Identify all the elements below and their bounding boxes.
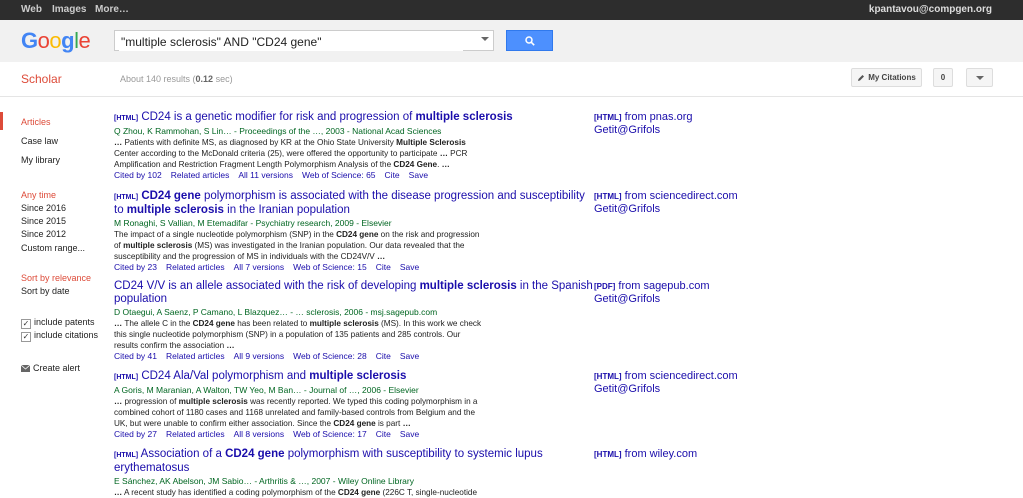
scholar-title[interactable]: Scholar: [21, 72, 62, 86]
sidebar-item-since-2015[interactable]: Since 2015: [21, 216, 66, 226]
result-authors: M Ronaghi, S Vallian, M Etemadifar - Psy…: [114, 218, 392, 228]
full-text-link[interactable]: [HTML] from sciencedirect.com: [594, 190, 738, 203]
result-title-link[interactable]: [HTML] CD24 Ala/Val polymorphism and mul…: [114, 370, 594, 384]
web-of-science-link[interactable]: Web of Science: 15: [293, 262, 367, 272]
result-snippet: … Patients with definite MS, as diagnose…: [114, 138, 468, 169]
web-link[interactable]: Web: [21, 4, 42, 15]
full-text-link[interactable]: [HTML] from wiley.com: [594, 448, 697, 461]
cite-link[interactable]: Cite: [376, 351, 391, 361]
result-snippet: … progression of multiple sclerosis was …: [114, 397, 478, 428]
getit-link[interactable]: Getit@Grifols: [594, 293, 660, 306]
cited-by-link[interactable]: Cited by 102: [114, 170, 162, 180]
sidebar-item-any-time[interactable]: Any time: [21, 190, 56, 200]
cited-by-link[interactable]: Cited by 41: [114, 351, 157, 361]
result-authors: Q Zhou, K Rammohan, S Lin… - Proceedings…: [114, 126, 442, 136]
sidebar-item-sort-date[interactable]: Sort by date: [21, 286, 70, 296]
full-text-link[interactable]: [PDF] from sagepub.com: [594, 280, 710, 293]
save-link[interactable]: Save: [400, 351, 419, 361]
cited-by-link[interactable]: Cited by 27: [114, 429, 157, 439]
search-result: [HTML] CD24 is a genetic modifier for ri…: [114, 111, 594, 181]
checkmark-icon: ✓: [21, 332, 31, 342]
google-logo[interactable]: Google: [21, 28, 91, 54]
checkmark-icon: ✓: [21, 319, 31, 329]
more-link[interactable]: More…: [95, 4, 129, 15]
sidebar-item-since-2012[interactable]: Since 2012: [21, 229, 66, 239]
result-authors: E Sánchez, AK Abelson, JM Sabio… - Arthr…: [114, 476, 414, 486]
getit-link[interactable]: Getit@Grifols: [594, 124, 660, 137]
top-bar: Web Images More… kpantavou@compgen.org: [0, 0, 1023, 20]
getit-link[interactable]: Getit@Grifols: [594, 203, 660, 216]
chevron-down-icon: [975, 75, 984, 80]
sidebar-item-my-library[interactable]: My library: [21, 155, 60, 165]
sidebar-item-case-law[interactable]: Case law: [21, 136, 58, 146]
full-text-link[interactable]: [HTML] from sciencedirect.com: [594, 370, 738, 383]
sidebar-item-sort-relevance[interactable]: Sort by relevance: [21, 273, 91, 283]
user-account-link[interactable]: kpantavou@compgen.org: [869, 4, 992, 15]
cite-link[interactable]: Cite: [376, 429, 391, 439]
result-links: Cited by 23 Related articles All 7 version…: [114, 262, 594, 273]
result-snippet: The impact of a single nucleotide polymo…: [114, 230, 480, 261]
search-icon: [524, 35, 535, 46]
search-options-dropdown-icon[interactable]: [481, 37, 489, 41]
sidebar-item-articles[interactable]: Articles: [21, 117, 51, 127]
result-authors: A Goris, M Maranian, A Walton, TW Yeo, M…: [114, 385, 419, 395]
include-citations-checkbox[interactable]: ✓ include citations: [21, 330, 98, 342]
full-text-link[interactable]: [HTML] from pnas.org: [594, 111, 692, 124]
search-result: [HTML] CD24 Ala/Val polymorphism and mul…: [114, 370, 594, 440]
active-indicator: [0, 112, 3, 130]
related-articles-link[interactable]: Related articles: [166, 351, 225, 361]
cited-by-link[interactable]: Cited by 23: [114, 262, 157, 272]
envelope-icon: [20, 364, 31, 372]
related-articles-link[interactable]: Related articles: [166, 262, 225, 272]
save-link[interactable]: Save: [400, 262, 419, 272]
web-of-science-link[interactable]: Web of Science: 17: [293, 429, 367, 439]
pencil-icon: [858, 74, 865, 81]
search-input[interactable]: [119, 32, 463, 51]
web-of-science-link[interactable]: Web of Science: 28: [293, 351, 367, 361]
getit-link[interactable]: Getit@Grifols: [594, 383, 660, 396]
all-versions-link[interactable]: All 9 versions: [234, 351, 285, 361]
all-versions-link[interactable]: All 7 versions: [234, 262, 285, 272]
search-result: [HTML] Association of a CD24 gene polymo…: [114, 448, 594, 498]
search-result: [HTML] CD24 gene polymorphism is associa…: [114, 190, 594, 273]
cite-link[interactable]: Cite: [376, 262, 391, 272]
sidebar-item-since-2016[interactable]: Since 2016: [21, 203, 66, 213]
all-versions-link[interactable]: All 11 versions: [238, 170, 293, 180]
save-link[interactable]: Save: [409, 170, 428, 180]
results-count: About 140 results (0.12 sec): [120, 74, 233, 84]
my-citations-button[interactable]: My Citations: [851, 68, 922, 87]
create-alert-link[interactable]: Create alert: [20, 363, 80, 373]
result-snippet: … The allele C in the CD24 gene has been…: [114, 319, 482, 350]
related-articles-link[interactable]: Related articles: [171, 170, 230, 180]
all-versions-link[interactable]: All 8 versions: [234, 429, 285, 439]
result-authors: D Otaegui, A Saenz, P Camano, L Blazquez…: [114, 307, 438, 317]
cite-link[interactable]: Cite: [385, 170, 400, 180]
sidebar-item-custom-range[interactable]: Custom range...: [21, 243, 85, 253]
search-box: [114, 30, 494, 51]
images-link[interactable]: Images: [52, 4, 86, 15]
include-patents-checkbox[interactable]: ✓ include patents: [21, 317, 95, 329]
library-count-button[interactable]: 0: [933, 68, 953, 87]
header: Google: [0, 20, 1023, 62]
web-of-science-link[interactable]: Web of Science: 65: [302, 170, 376, 180]
search-result: CD24 V/V is an allele associated with th…: [114, 280, 594, 362]
result-links: Cited by 41 Related articles All 9 version…: [114, 351, 594, 362]
result-title-link[interactable]: [HTML] CD24 is a genetic modifier for ri…: [114, 111, 594, 125]
settings-menu-button[interactable]: [966, 68, 993, 87]
save-link[interactable]: Save: [400, 429, 419, 439]
result-snippet: … A recent study has identified a coding…: [114, 488, 478, 497]
result-title-link[interactable]: [HTML] Association of a CD24 gene polymo…: [114, 448, 594, 475]
result-links: Cited by 102 Related articles All 11 versi…: [114, 170, 594, 181]
related-articles-link[interactable]: Related articles: [166, 429, 225, 439]
result-links: Cited by 27 Related articles All 8 version…: [114, 429, 594, 440]
scholar-bar: Scholar About 140 results (0.12 sec) My …: [0, 62, 1023, 97]
search-button[interactable]: [506, 30, 553, 51]
result-title-link[interactable]: [HTML] CD24 gene polymorphism is associa…: [114, 190, 594, 217]
result-title-link[interactable]: CD24 V/V is an allele associated with th…: [114, 280, 594, 306]
